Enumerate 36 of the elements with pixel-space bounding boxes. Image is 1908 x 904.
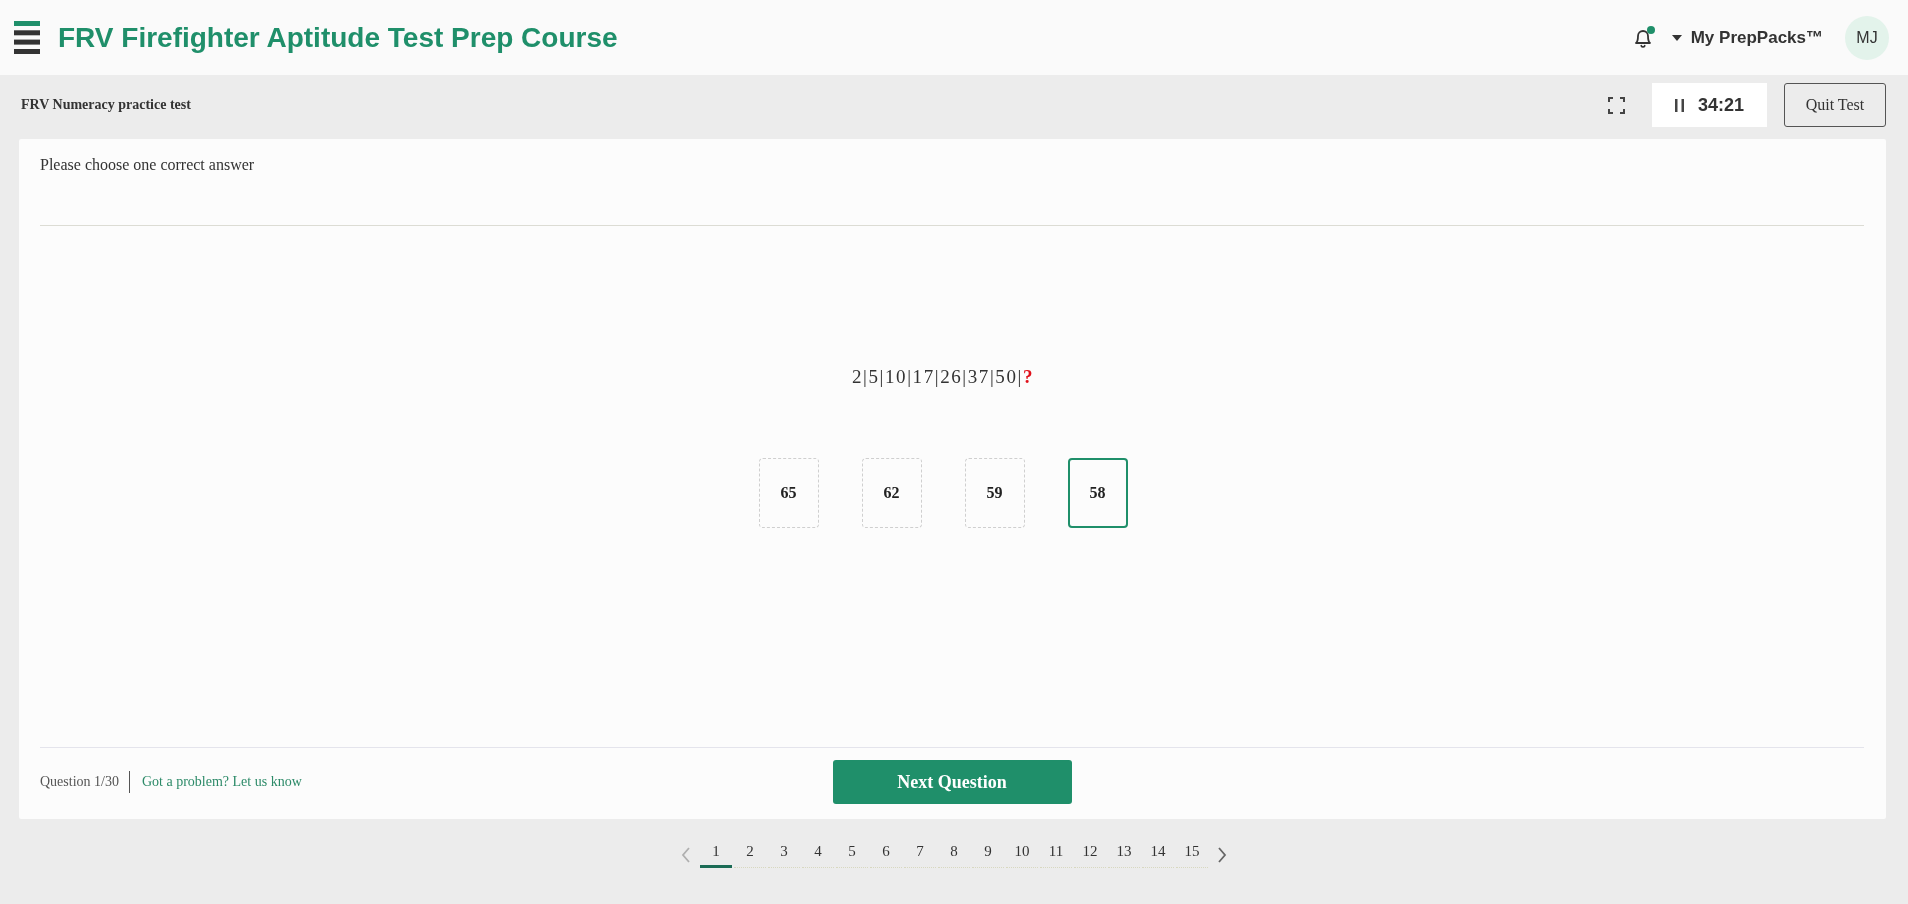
prep-packs-menu-button[interactable]: My PrepPacks™: [1671, 27, 1823, 48]
fullscreen-icon[interactable]: [1608, 96, 1625, 114]
page-number[interactable]: 7: [904, 841, 936, 868]
page-number[interactable]: 12: [1074, 841, 1106, 868]
pause-icon[interactable]: [1674, 98, 1684, 112]
answer-option[interactable]: 65: [758, 458, 819, 528]
course-title: FRV Firefighter Aptitude Test Prep Course: [58, 21, 618, 54]
report-problem-link[interactable]: Got a problem? Let us know: [141, 774, 302, 790]
page-number[interactable]: 11: [1040, 841, 1072, 868]
page-number[interactable]: 6: [870, 841, 902, 868]
page-number[interactable]: 10: [1006, 841, 1038, 868]
number-sequence: 2|5|10|17|26|37|50|?: [851, 365, 1035, 389]
answer-option[interactable]: 62: [861, 458, 922, 528]
caret-icon: [1671, 34, 1682, 41]
page-number[interactable]: 14: [1142, 841, 1174, 868]
page-number[interactable]: 5: [836, 841, 868, 868]
user-avatar[interactable]: MJ: [1845, 15, 1889, 60]
next-page-icon[interactable]: [1217, 846, 1227, 863]
answer-option[interactable]: 59: [964, 458, 1025, 528]
answer-option[interactable]: 58: [1067, 458, 1128, 528]
page-number[interactable]: 4: [802, 841, 834, 868]
next-question-button[interactable]: Next Question: [832, 760, 1072, 804]
page-number[interactable]: 8: [938, 841, 970, 868]
timer-text: 34:21: [1697, 94, 1744, 116]
page-number[interactable]: 3: [768, 841, 800, 868]
page-number[interactable]: 15: [1176, 841, 1208, 868]
question-counter: Question 1/30: [40, 774, 119, 790]
bell-icon[interactable]: [1633, 27, 1652, 48]
instruction-text: Please choose one correct answer: [40, 155, 256, 175]
page-number[interactable]: 1: [700, 841, 732, 868]
page-number[interactable]: 9: [972, 841, 1004, 868]
page-number[interactable]: 2: [734, 841, 766, 868]
menu-icon[interactable]: [14, 21, 40, 54]
quit-test-button[interactable]: Quit Test: [1784, 83, 1886, 127]
page-number[interactable]: 13: [1108, 841, 1140, 868]
test-title: FRV Numeracy practice test: [21, 97, 191, 113]
